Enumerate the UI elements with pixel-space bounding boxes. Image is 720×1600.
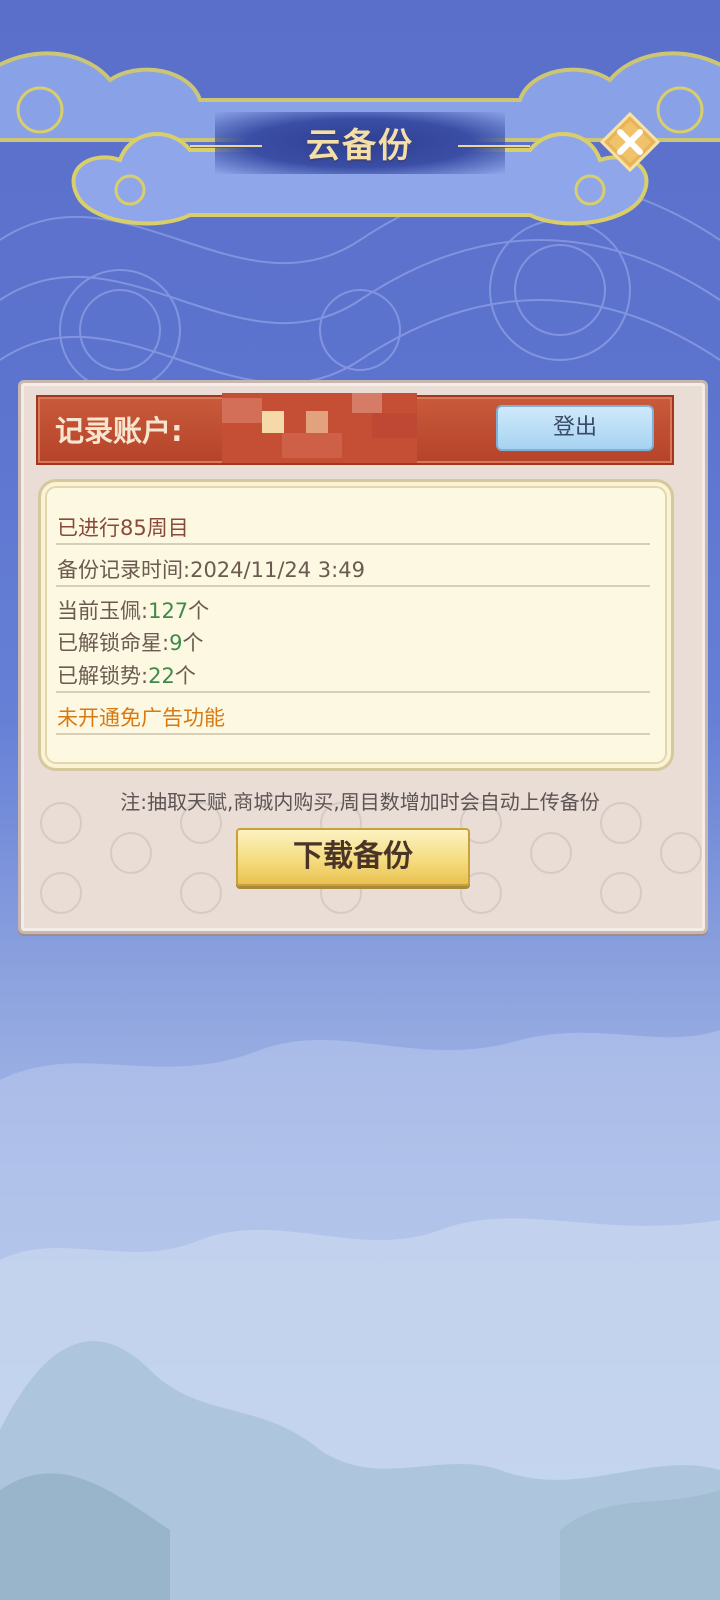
- account-id-redacted: [222, 393, 417, 463]
- stars-row: 已解锁命星:9个: [57, 627, 203, 657]
- jade-value: 127: [148, 599, 189, 623]
- stances-label: 已解锁势:: [57, 664, 149, 688]
- stars-value: 9: [169, 631, 183, 655]
- ad-status-text: 未开通免广告功能: [57, 706, 225, 730]
- stances-unit: 个: [174, 664, 196, 688]
- divider: [56, 585, 650, 587]
- divider: [56, 733, 650, 735]
- stars-unit: 个: [182, 631, 204, 655]
- stars-label: 已解锁命星:: [57, 631, 170, 655]
- cycles-text: 已进行85周目: [57, 516, 189, 540]
- backup-time-value: 2024/11/24 3:49: [190, 558, 365, 582]
- stances-value: 22: [148, 664, 175, 688]
- close-icon[interactable]: [600, 112, 660, 172]
- jade-row: 当前玉佩:127个: [57, 595, 209, 625]
- jade-label: 当前玉佩:: [57, 599, 149, 623]
- divider: [56, 543, 650, 545]
- stances-row: 已解锁势:22个: [57, 660, 196, 690]
- backup-time-row: 备份记录时间:2024/11/24 3:49: [57, 554, 365, 584]
- backup-time-label: 备份记录时间:: [57, 558, 191, 582]
- background-mountains: [0, 1030, 720, 1600]
- divider: [56, 691, 650, 693]
- note-text: 注:抽取天赋,商城内购买,周目数增加时会自动上传备份: [120, 790, 600, 814]
- account-label: 记录账户:: [55, 414, 183, 448]
- logout-button[interactable]: 登出: [496, 405, 654, 451]
- download-backup-button[interactable]: 下载备份: [236, 828, 470, 886]
- jade-unit: 个: [188, 599, 210, 623]
